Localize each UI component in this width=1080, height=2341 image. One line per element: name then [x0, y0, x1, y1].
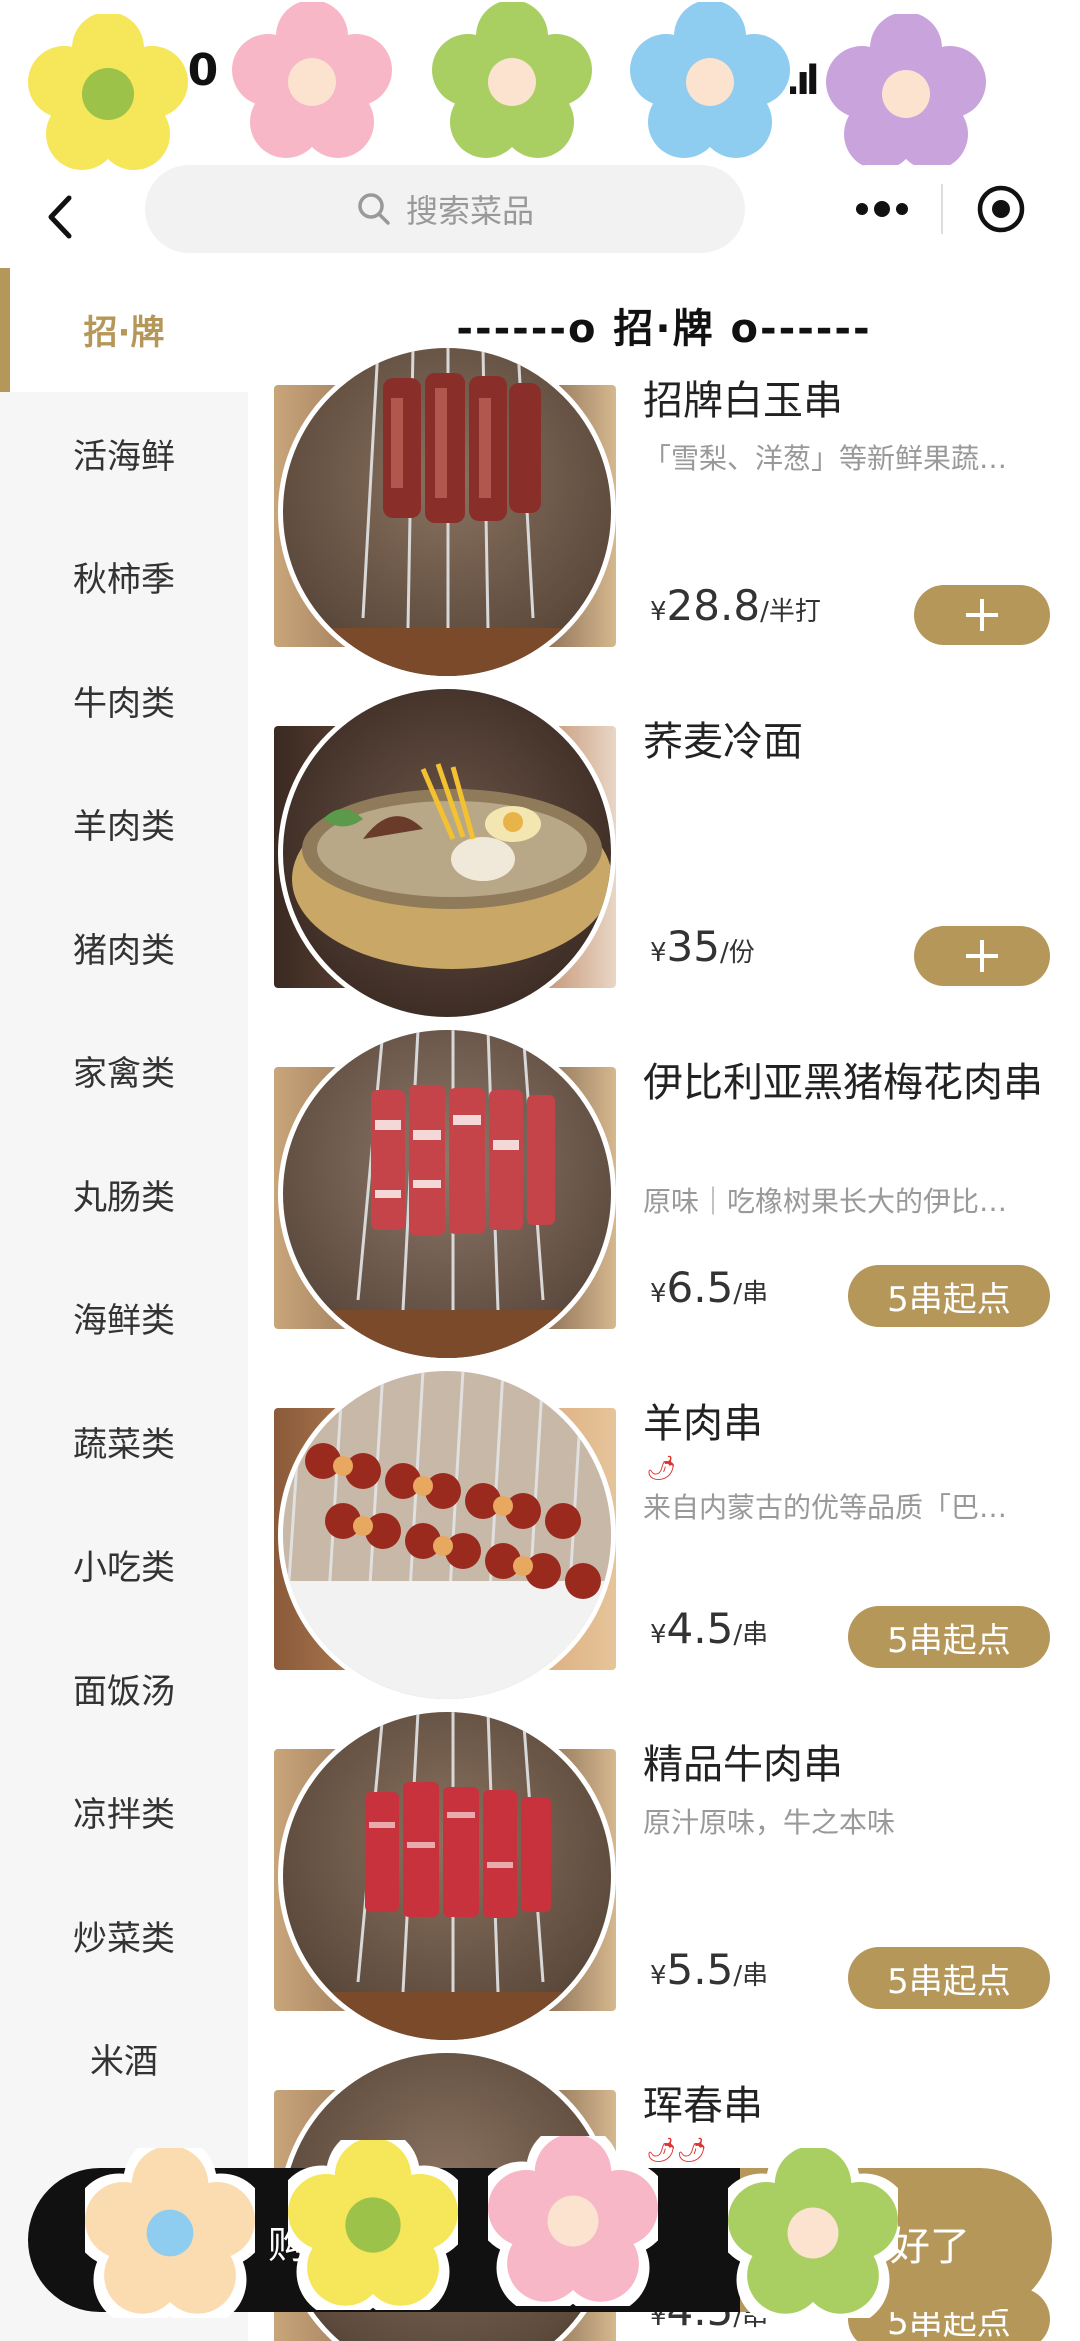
category-sidebar: 招·牌 活海鲜 秋柿季 牛肉类 羊肉类 猪肉类 家禽类 丸肠类 海鲜类 蔬菜类 …: [0, 268, 248, 2341]
plus-icon: [966, 599, 998, 631]
close-miniprogram-button[interactable]: [943, 165, 1059, 253]
dish-description: 原汁原味，牛之本味: [643, 1806, 896, 1839]
sidebar-item-stir-fry[interactable]: 炒菜类: [0, 1874, 248, 1998]
dish-list: ------o 招·牌 o------ 招牌白玉串 「雪梨、洋葱」等新鲜果蔬… …: [248, 268, 1080, 2341]
price-unit: /半打: [760, 597, 821, 627]
dish-price: ¥4.5/串: [650, 1604, 768, 1653]
price-currency: ¥: [650, 1961, 667, 1991]
more-button[interactable]: [823, 165, 941, 253]
purple-flower-sticker: [826, 14, 986, 174]
sidebar-item-cold-dishes[interactable]: 凉拌类: [0, 1750, 248, 1874]
skewer-photo-icon: [333, 348, 573, 676]
price-currency: ¥: [650, 597, 667, 627]
sidebar-item-seafood[interactable]: 海鲜类: [0, 1256, 248, 1380]
dish-description: 「雪梨、洋葱」等新鲜果蔬…: [643, 442, 1008, 475]
search-icon: [358, 193, 390, 225]
dish-name: 招牌白玉串: [643, 378, 843, 424]
pork-skewer-photo-icon: [333, 1030, 573, 1358]
price-value: 4.5: [666, 1604, 734, 1653]
yellow-flower-sticker: [288, 2140, 458, 2310]
dish-price: ¥35/份: [650, 922, 755, 971]
price-value: 6.5: [666, 1263, 734, 1312]
status-bar: :0 .ıl: [0, 0, 1080, 174]
miniprogram-capsule: [823, 165, 1059, 253]
sidebar-item-persimmon[interactable]: 秋柿季: [0, 515, 248, 639]
sidebar-item-lamb[interactable]: 羊肉类: [0, 762, 248, 886]
min-order-button[interactable]: 5串起点: [848, 1265, 1050, 1327]
sidebar-item-signature[interactable]: 招·牌: [0, 268, 248, 392]
dish-card[interactable]: 精品牛肉串 原汁原味，牛之本味 ¥5.5/串 5串起点: [248, 1707, 1080, 2047]
sidebar-item-live-seafood[interactable]: 活海鲜: [0, 392, 248, 516]
dish-card[interactable]: 羊肉串 🌶 来自内蒙古的优等品质「巴… ¥4.5/串 5串起点: [248, 1366, 1080, 1706]
min-order-button[interactable]: 5串起点: [848, 1947, 1050, 2009]
dish-price: ¥5.5/串: [650, 1945, 768, 1994]
price-value: 35: [666, 922, 720, 971]
search-input[interactable]: 搜索菜品: [145, 165, 745, 253]
sidebar-item-snacks[interactable]: 小吃类: [0, 1503, 248, 1627]
dish-card[interactable]: 伊比利亚黑猪梅花肉串 原味｜吃橡树果长大的伊比… ¥6.5/串 5串起点: [248, 1025, 1080, 1365]
dish-description: 原味｜吃橡树果长大的伊比…: [643, 1185, 1008, 1218]
dish-description: 来自内蒙古的优等品质「巴…: [643, 1491, 1008, 1524]
lamb-skewer-photo-icon: [283, 1371, 611, 1699]
price-currency: ¥: [650, 938, 667, 968]
checkout-label: 好了: [890, 2224, 970, 2270]
yellow-flower-sticker: [28, 14, 188, 174]
sidebar-item-noodles-rice-soup[interactable]: 面饭汤: [0, 1627, 248, 1751]
target-close-icon: [977, 185, 1025, 233]
price-unit: /串: [733, 1620, 769, 1650]
dish-name: 羊肉串: [643, 1401, 763, 1447]
green-flower-sticker: [432, 2, 592, 162]
dish-photo: [278, 343, 616, 681]
search-placeholder: 搜索菜品: [405, 192, 534, 230]
dish-photo: [278, 1025, 616, 1363]
price-currency: ¥: [650, 1620, 667, 1650]
sidebar-item-meatballs-sausage[interactable]: 丸肠类: [0, 1133, 248, 1257]
dish-photo: [278, 684, 616, 1022]
dish-price: ¥28.8/半打: [650, 581, 821, 630]
price-currency: ¥: [650, 1279, 667, 1309]
plus-icon: [966, 940, 998, 972]
nav-bar: 搜索菜品: [0, 160, 1080, 280]
more-dots-icon: [856, 201, 908, 217]
add-to-cart-button[interactable]: [914, 926, 1050, 986]
dish-card[interactable]: 荞麦冷面 ¥35/份: [248, 684, 1080, 1024]
sidebar-item-beef[interactable]: 牛肉类: [0, 639, 248, 763]
dish-name: 伊比利亚黑猪梅花肉串: [643, 1060, 1043, 1106]
sidebar-item-poultry[interactable]: 家禽类: [0, 1009, 248, 1133]
min-order-button[interactable]: 5串起点: [848, 1606, 1050, 1668]
pink-flower-sticker: [232, 2, 392, 162]
cold-noodle-photo-icon: [292, 763, 611, 969]
dish-price: ¥6.5/串: [650, 1263, 768, 1312]
dish-photo: [278, 1707, 616, 2045]
price-value: 5.5: [666, 1945, 734, 1994]
peach-flower-sticker: [85, 2148, 255, 2318]
add-to-cart-button[interactable]: [914, 585, 1050, 645]
back-button[interactable]: [30, 182, 90, 252]
beef-skewer-photo-icon: [333, 1712, 573, 2040]
price-value: 28.8: [666, 581, 761, 630]
dish-card[interactable]: 招牌白玉串 「雪梨、洋葱」等新鲜果蔬… ¥28.8/半打: [248, 343, 1080, 683]
sidebar-item-vegetables[interactable]: 蔬菜类: [0, 1380, 248, 1504]
pink-flower-sticker: [488, 2136, 658, 2306]
price-unit: /串: [733, 1279, 769, 1309]
green-flower-sticker: [728, 2148, 898, 2318]
blue-flower-sticker: [630, 2, 790, 162]
spicy-icon: 🌶: [646, 1454, 677, 1482]
chevron-left-icon: [48, 195, 72, 239]
dish-photo: [278, 1366, 616, 1704]
sidebar-item-rice-wine[interactable]: 米酒: [0, 1997, 248, 2121]
price-unit: /份: [720, 938, 755, 968]
sidebar-item-pork[interactable]: 猪肉类: [0, 886, 248, 1010]
dish-name: 珲春串: [643, 2083, 763, 2129]
dish-name: 荞麦冷面: [643, 719, 803, 765]
dish-name: 精品牛肉串: [643, 1742, 843, 1788]
price-unit: /串: [733, 1961, 769, 1991]
